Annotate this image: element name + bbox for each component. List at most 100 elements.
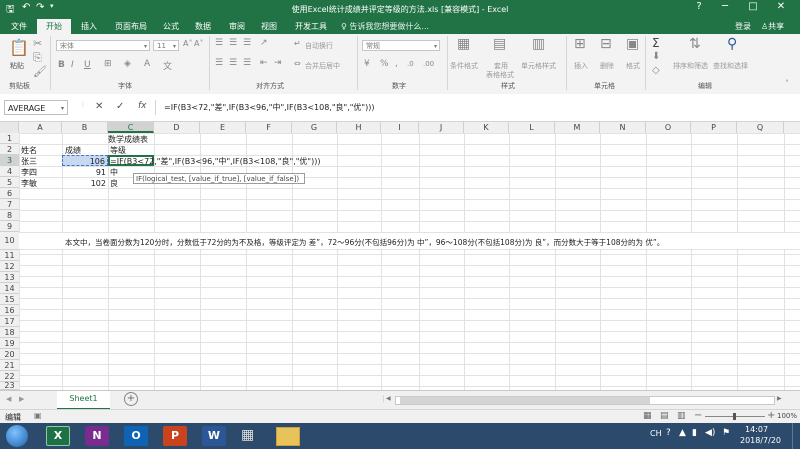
macro-record-icon[interactable]: ▣ bbox=[34, 411, 42, 420]
row-header[interactable]: 23 bbox=[0, 382, 19, 390]
cell-a3[interactable]: 张三 bbox=[21, 156, 37, 167]
word-taskbar-icon[interactable]: W bbox=[202, 426, 226, 446]
tell-me-search[interactable]: ♀ 告诉我您想要做什么... bbox=[341, 21, 429, 32]
align-bottom-icon[interactable]: ☰ bbox=[243, 38, 251, 48]
column-header[interactable]: M bbox=[555, 122, 600, 133]
cell-b3[interactable]: 106 bbox=[62, 155, 108, 166]
help-button[interactable]: ? bbox=[690, 1, 708, 12]
orientation-icon[interactable]: ↗ bbox=[260, 38, 268, 48]
sort-filter-button[interactable]: 排序和筛选 bbox=[673, 61, 708, 71]
row-header[interactable]: 15 bbox=[0, 294, 19, 305]
row-header[interactable]: 22 bbox=[0, 371, 19, 382]
font-name-combo[interactable]: 宋体 ▾ bbox=[56, 40, 150, 51]
zoom-level[interactable]: 100% bbox=[777, 412, 797, 420]
column-header[interactable]: N bbox=[600, 122, 646, 133]
excel-taskbar-icon[interactable]: X bbox=[46, 426, 70, 446]
autosum-icon[interactable]: Σ bbox=[652, 36, 660, 50]
grow-font-icon[interactable]: A˄ bbox=[183, 39, 192, 48]
clear-icon[interactable]: ◇ bbox=[652, 65, 660, 76]
row-header[interactable]: 14 bbox=[0, 283, 19, 294]
tab-developer[interactable]: 开发工具 bbox=[295, 21, 327, 32]
wrap-text-button[interactable]: 自动换行 bbox=[305, 41, 333, 51]
align-top-icon[interactable]: ☰ bbox=[215, 38, 223, 48]
column-header[interactable]: C bbox=[108, 122, 154, 133]
page-break-view-icon[interactable]: ▥ bbox=[677, 411, 686, 421]
cell-c3-editing[interactable]: =IF(B3<72,"差",IF(B3<96,"中",IF(B3<108,"良"… bbox=[110, 156, 320, 167]
zoom-out-icon[interactable]: − bbox=[694, 410, 702, 421]
row-header[interactable]: 18 bbox=[0, 327, 19, 338]
horizontal-scroll-thumb[interactable] bbox=[400, 397, 650, 404]
row-header[interactable]: 11 bbox=[0, 250, 19, 261]
column-header[interactable]: D bbox=[154, 122, 200, 133]
select-all-corner[interactable] bbox=[0, 122, 19, 133]
tab-file[interactable]: 文件 bbox=[11, 21, 27, 32]
column-header[interactable]: Q bbox=[737, 122, 784, 133]
conditional-format-button[interactable]: 条件格式 bbox=[450, 61, 478, 71]
share-button[interactable]: ♙共享 bbox=[761, 21, 784, 32]
column-header[interactable]: O bbox=[646, 122, 691, 133]
bold-icon[interactable]: B bbox=[58, 60, 65, 70]
formula-input[interactable]: =IF(B3<72,"差",IF(B3<96,"中",IF(B3<108,"良"… bbox=[155, 100, 795, 115]
taskbar-time[interactable]: 14:07 bbox=[745, 425, 768, 434]
row-header[interactable]: 6 bbox=[0, 188, 19, 199]
notification-arrow-icon[interactable]: ▲ bbox=[679, 428, 686, 438]
collapse-ribbon-icon[interactable]: ˄ bbox=[785, 79, 789, 88]
comma-icon[interactable]: , bbox=[395, 59, 398, 69]
row-header[interactable]: 13 bbox=[0, 272, 19, 283]
cell-c1[interactable]: 数学成绩表 bbox=[108, 134, 148, 145]
column-header[interactable]: G bbox=[292, 122, 337, 133]
accounting-icon[interactable]: ¥ bbox=[364, 59, 370, 69]
minimize-button[interactable]: ─ bbox=[716, 1, 734, 12]
fill-color-icon[interactable]: ◈ bbox=[124, 59, 131, 69]
table-format-button-line2[interactable]: 表格格式 bbox=[486, 70, 514, 80]
flag-icon[interactable]: ⚑ bbox=[722, 428, 730, 438]
delete-cells-button[interactable]: 删除 bbox=[600, 61, 614, 71]
tab-data[interactable]: 数据 bbox=[195, 21, 211, 32]
paste-label[interactable]: 粘贴 bbox=[10, 61, 24, 71]
start-button[interactable] bbox=[6, 425, 28, 447]
font-size-combo[interactable]: 11 ▾ bbox=[153, 40, 179, 51]
cell-b4[interactable]: 91 bbox=[62, 167, 106, 178]
help-tray-icon[interactable]: ? bbox=[666, 428, 671, 438]
copy-icon[interactable]: ⎘ bbox=[33, 51, 42, 65]
align-right-icon[interactable]: ☰ bbox=[243, 58, 251, 68]
indent-decrease-icon[interactable]: ⇤ bbox=[260, 58, 268, 68]
row-header[interactable]: 7 bbox=[0, 199, 19, 210]
cell-b5[interactable]: 102 bbox=[62, 178, 106, 189]
cell-a5[interactable]: 李敏 bbox=[21, 178, 37, 189]
column-header[interactable]: E bbox=[200, 122, 246, 133]
close-button[interactable]: ✕ bbox=[772, 1, 790, 12]
zoom-slider-thumb[interactable] bbox=[733, 413, 736, 420]
row-header[interactable]: 9 bbox=[0, 221, 19, 232]
tab-view[interactable]: 视图 bbox=[261, 21, 277, 32]
row-header[interactable]: 20 bbox=[0, 349, 19, 360]
row-header[interactable]: 8 bbox=[0, 210, 19, 221]
cell-c4[interactable]: 中 bbox=[110, 167, 118, 178]
sheet-tab-sheet1[interactable]: Sheet1 bbox=[57, 391, 110, 410]
page-layout-view-icon[interactable]: ▤ bbox=[660, 411, 669, 421]
outlook-taskbar-icon[interactable]: O bbox=[124, 426, 148, 446]
powerpoint-taskbar-icon[interactable]: P bbox=[163, 426, 187, 446]
tab-home[interactable]: 开始 bbox=[37, 19, 71, 34]
fill-icon[interactable]: ⬇ bbox=[652, 51, 660, 62]
row-header[interactable]: 2 bbox=[0, 144, 19, 155]
network-icon[interactable]: ▮ bbox=[692, 428, 697, 438]
column-header[interactable]: L bbox=[509, 122, 555, 133]
row-header[interactable]: 4 bbox=[0, 166, 19, 177]
align-middle-icon[interactable]: ☰ bbox=[229, 38, 237, 48]
paste-icon[interactable]: 📋 bbox=[9, 38, 29, 57]
row-header[interactable]: 3 bbox=[0, 155, 19, 166]
column-header[interactable]: J bbox=[419, 122, 464, 133]
show-desktop-button[interactable] bbox=[792, 423, 800, 449]
tab-page-layout[interactable]: 页面布局 bbox=[115, 21, 147, 32]
row-header[interactable]: 5 bbox=[0, 177, 19, 188]
zoom-in-icon[interactable]: + bbox=[767, 410, 775, 421]
sign-in-link[interactable]: 登录 bbox=[735, 21, 751, 32]
cancel-formula-button[interactable]: ✕ bbox=[95, 101, 103, 112]
row-header[interactable]: 12 bbox=[0, 261, 19, 272]
align-center-icon[interactable]: ☰ bbox=[229, 58, 237, 68]
phonetic-icon[interactable]: 文 bbox=[163, 59, 172, 72]
shrink-font-icon[interactable]: A˅ bbox=[194, 39, 203, 48]
percent-icon[interactable]: % bbox=[380, 59, 389, 69]
scroll-left-icon[interactable]: ◀ bbox=[386, 395, 391, 402]
